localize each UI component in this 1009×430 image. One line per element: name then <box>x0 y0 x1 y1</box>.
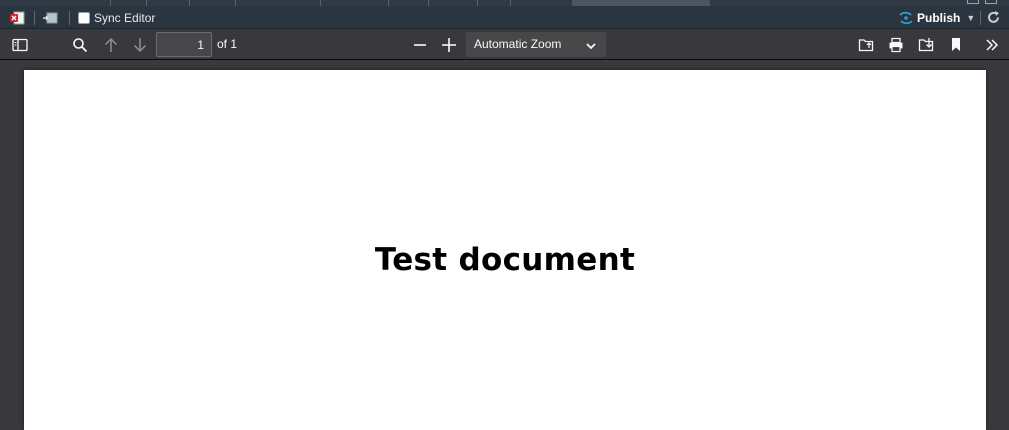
minus-icon[interactable] <box>408 29 432 60</box>
zoom-select[interactable]: Automatic Zoom <box>466 32 606 57</box>
refresh-icon[interactable] <box>986 6 1004 29</box>
preview-icon[interactable] <box>42 6 62 29</box>
chevron-down-icon <box>586 39 596 53</box>
page-count-label: of 1 <box>217 37 238 51</box>
document-viewer[interactable]: Test document <box>0 60 1009 430</box>
pdf-toolbar: 1 of 1 Automatic Zoom <box>0 29 1009 60</box>
chevron-down-icon[interactable]: ▼ <box>966 13 975 23</box>
zoom-select-value: Automatic Zoom <box>474 37 562 51</box>
document-title: Test document <box>374 242 636 278</box>
plus-icon[interactable] <box>437 29 461 60</box>
sync-editor-checkbox-box[interactable] <box>78 11 90 24</box>
editor-toolbar: Sync Editor Publish ▼ <box>0 6 1009 29</box>
open-file-icon[interactable] <box>854 29 878 60</box>
page-number-input[interactable]: 1 <box>156 32 212 57</box>
window-maximize-icon[interactable] <box>985 0 997 4</box>
toolbar-separator <box>980 11 981 25</box>
sync-editor-checkbox[interactable]: Sync Editor <box>78 6 155 29</box>
double-chevron-right-icon[interactable] <box>980 29 1004 60</box>
arrow-up-icon[interactable] <box>99 29 123 60</box>
print-icon[interactable] <box>884 29 908 60</box>
bookmark-icon[interactable] <box>944 29 968 60</box>
arrow-down-icon[interactable] <box>128 29 152 60</box>
sidebar-toggle-icon[interactable] <box>8 29 32 60</box>
publish-label: Publish <box>917 10 961 25</box>
publish-icon <box>899 11 913 24</box>
pdf-close-icon[interactable] <box>9 6 29 29</box>
window-restore-icon[interactable] <box>967 0 979 4</box>
download-icon[interactable] <box>914 29 938 60</box>
sync-editor-label: Sync Editor <box>94 10 156 25</box>
pdf-page: Test document <box>24 70 986 430</box>
toolbar-separator <box>34 11 35 25</box>
publish-button[interactable]: Publish ▼ <box>898 6 975 29</box>
search-icon[interactable] <box>68 29 92 60</box>
toolbar-separator <box>69 11 70 25</box>
